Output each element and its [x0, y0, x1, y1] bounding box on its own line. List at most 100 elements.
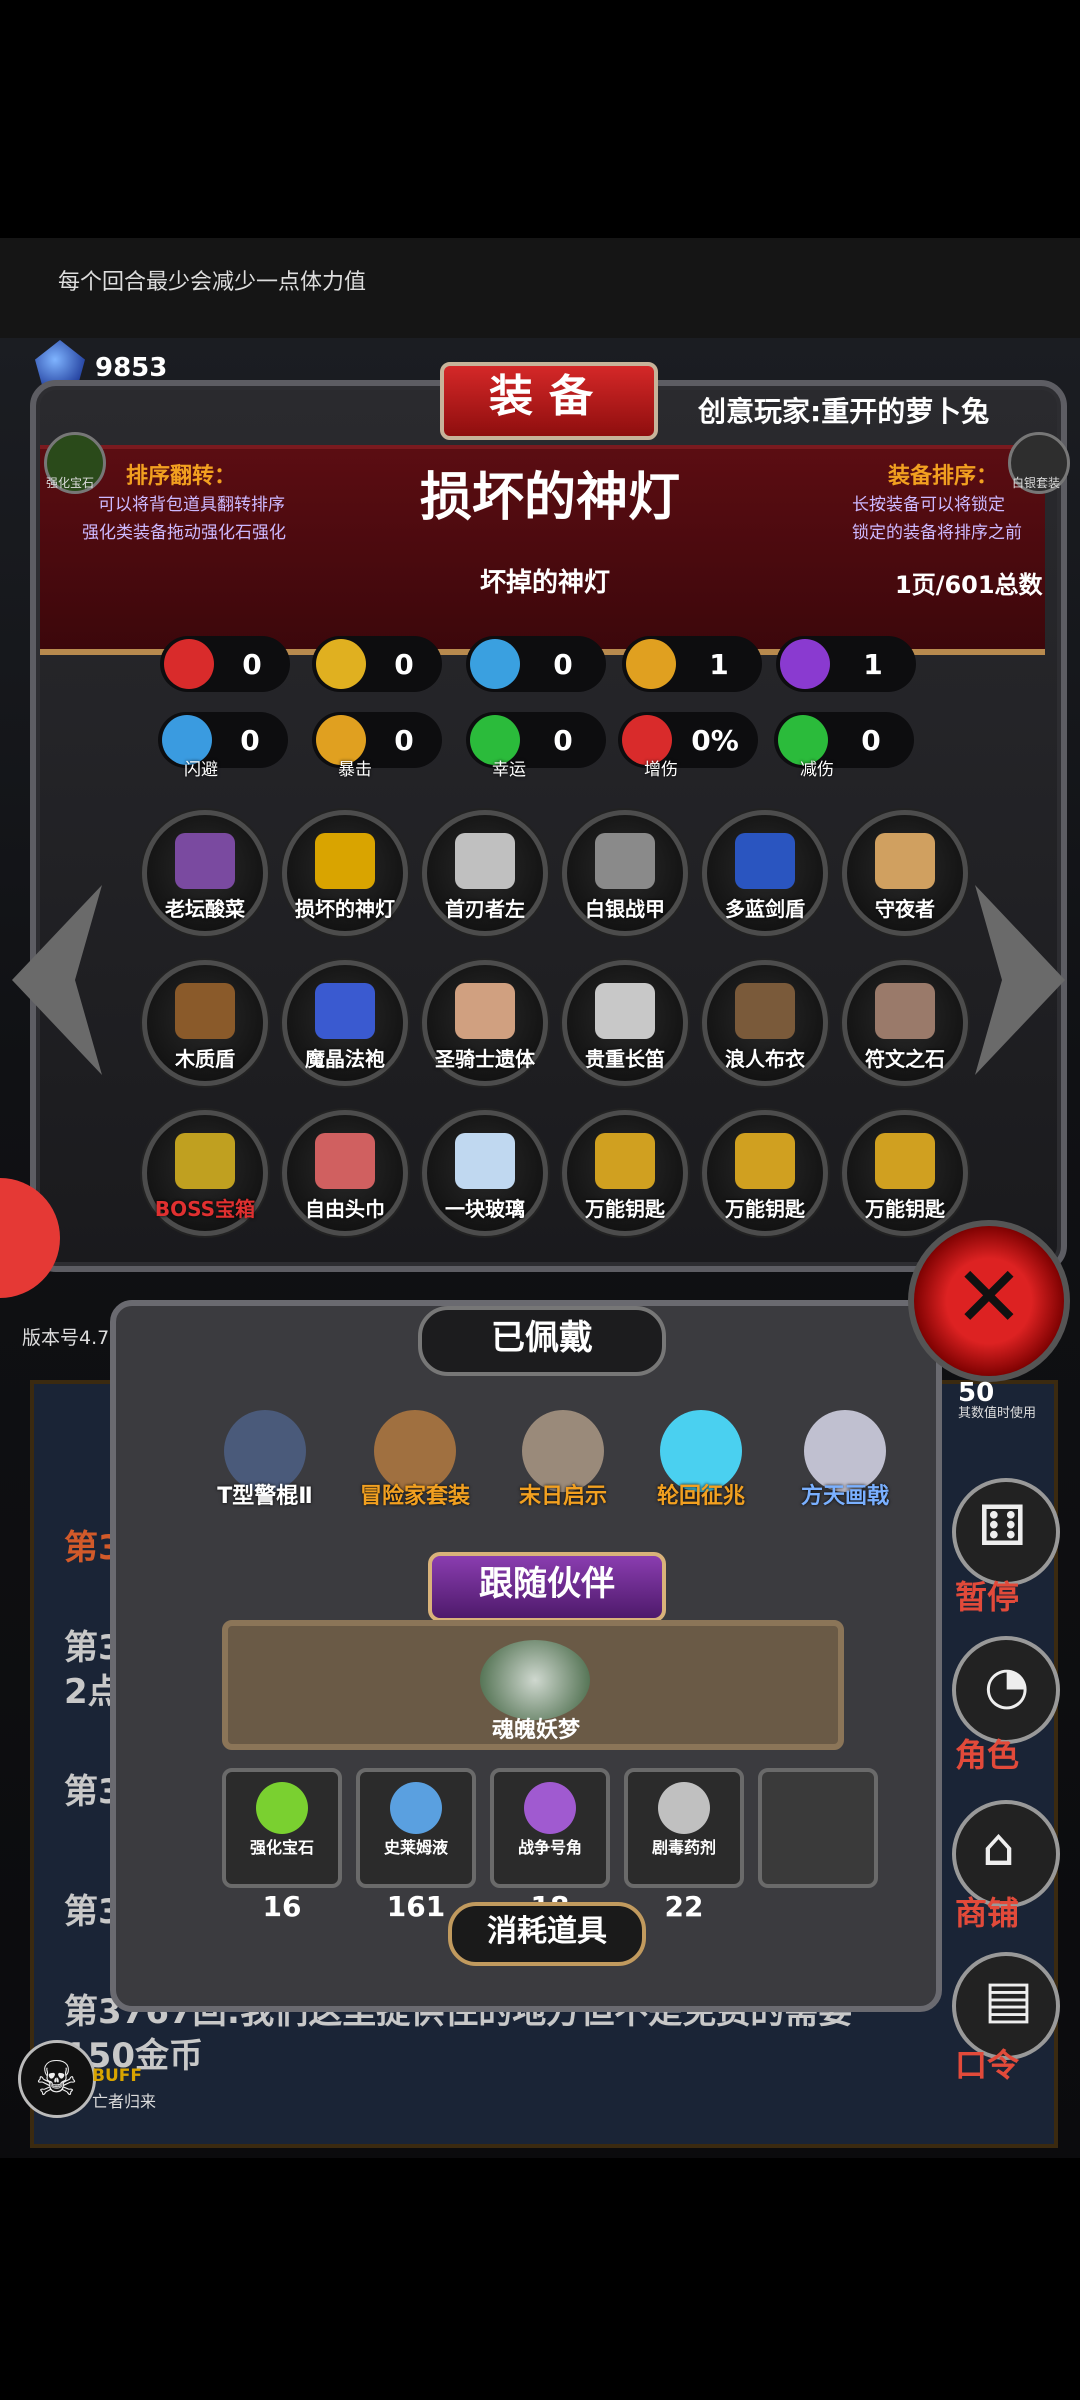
- helmet-icon: [470, 639, 520, 689]
- stat-value: 0: [240, 723, 260, 757]
- item-image: [315, 983, 375, 1039]
- item-name: 损坏的神灯: [295, 897, 395, 921]
- inventory-item[interactable]: 首刃者左: [422, 810, 548, 936]
- enhance-gem-label: 强化宝石: [46, 476, 95, 490]
- slash-icon: 暴击: [316, 715, 372, 780]
- companion-portrait[interactable]: [480, 1640, 590, 1720]
- stat-defense: 0: [466, 636, 606, 692]
- inventory-item[interactable]: 万能钥匙: [842, 1110, 968, 1236]
- inventory-item[interactable]: 贵重长笛: [562, 960, 688, 1086]
- equipment-banner: 装备: [440, 362, 658, 440]
- item-image: [875, 833, 935, 889]
- stat-damage-down: 减伤 0: [774, 712, 914, 780]
- item-name: 万能钥匙: [585, 1197, 665, 1221]
- inventory-item[interactable]: 守夜者: [842, 810, 968, 936]
- item-name: 剧毒药剂: [651, 1838, 716, 1857]
- inventory-item[interactable]: 老坛酸菜: [142, 810, 268, 936]
- item-name: 强化宝石: [249, 1838, 314, 1857]
- inventory-item[interactable]: 万能钥匙: [702, 1110, 828, 1236]
- item-image: [175, 833, 235, 889]
- stat-label: 减伤: [800, 760, 834, 780]
- consumable-slot[interactable]: 剧毒药剂 22: [624, 1768, 744, 1923]
- item-image: [735, 833, 795, 889]
- item-name: 符文之石: [865, 1047, 945, 1071]
- wing-icon: 闪避: [162, 715, 218, 780]
- stat-label: 暴击: [338, 760, 372, 780]
- stat-damage-up: 增伤 0%: [618, 712, 758, 780]
- item-name: T型警棍Ⅱ: [217, 1484, 313, 1509]
- stat-value: 0%: [691, 723, 739, 757]
- equipped-item[interactable]: 轮回征兆: [646, 1400, 756, 1510]
- silver-set-label: 白银套装: [1012, 476, 1061, 490]
- inventory-item[interactable]: 损坏的神灯: [282, 810, 408, 936]
- pause-button[interactable]: ⚅: [952, 1478, 1060, 1586]
- item-image: [455, 1133, 515, 1189]
- item-image: [390, 1782, 442, 1834]
- stat-dodge: 闪避 0: [158, 712, 288, 780]
- consumable-slot[interactable]: 强化宝石 16: [222, 1768, 342, 1923]
- item-name: 圣骑士遗体: [435, 1047, 535, 1071]
- inventory-item[interactable]: 万能钥匙: [562, 1110, 688, 1236]
- item-name: 万能钥匙: [725, 1197, 805, 1221]
- inventory-item[interactable]: 符文之石: [842, 960, 968, 1086]
- version-label: 版本号4.73: [22, 1327, 122, 1349]
- close-button[interactable]: ✕: [908, 1220, 1070, 1382]
- inventory-item[interactable]: 木质盾: [142, 960, 268, 1086]
- inventory-item[interactable]: 白银战甲: [562, 810, 688, 936]
- inventory-item[interactable]: 魔晶法袍: [282, 960, 408, 1086]
- item-name: 守夜者: [875, 897, 935, 921]
- inventory-item[interactable]: 浪人布衣: [702, 960, 828, 1086]
- character-button[interactable]: ◔: [952, 1636, 1060, 1744]
- consumable-slot-empty[interactable]: [758, 1768, 878, 1888]
- item-image: [455, 833, 515, 889]
- inventory-item[interactable]: 圣骑士遗体: [422, 960, 548, 1086]
- companion-name: 魂魄妖梦: [492, 1718, 581, 1743]
- inventory-item[interactable]: 一块玻璃: [422, 1110, 548, 1236]
- item-image: [595, 983, 655, 1039]
- inventory-item[interactable]: BOSS宝箱: [142, 1110, 268, 1236]
- sword-icon: [626, 639, 676, 689]
- buff-skull-icon[interactable]: ☠: [18, 2040, 96, 2118]
- stat-label: 幸运: [492, 760, 526, 780]
- item-name: 一块玻璃: [445, 1197, 525, 1221]
- consumable-slot[interactable]: 战争号角18: [490, 1768, 610, 1923]
- buff-text: 亡者归来: [92, 2092, 157, 2111]
- hint-text: 每个回合最少会减少一点体力值: [58, 270, 367, 295]
- page-indicator: 1页/601总数: [895, 571, 1043, 599]
- item-image: [256, 1782, 308, 1834]
- item-name: 魔晶法袍: [305, 1047, 385, 1071]
- equipped-item[interactable]: 末日启示: [508, 1400, 618, 1510]
- item-image: [735, 983, 795, 1039]
- item-image: [875, 1133, 935, 1189]
- inventory-item[interactable]: 多蓝剑盾: [702, 810, 828, 936]
- item-name: 木质盾: [175, 1047, 235, 1071]
- inventory-item[interactable]: 自由头巾: [282, 1110, 408, 1236]
- scroll-icon: ▤: [984, 1970, 1034, 2030]
- item-name: 冒险家套装: [359, 1484, 470, 1509]
- sort-flip-title[interactable]: 排序翻转：: [126, 458, 236, 490]
- stat-value: 0: [394, 647, 414, 681]
- pause-label: 暂停: [955, 1578, 1020, 1616]
- item-name: 战争号角: [517, 1838, 582, 1857]
- item-name: 浪人布衣: [725, 1047, 805, 1071]
- stat-value: 0: [394, 723, 414, 757]
- stat-value: 1: [709, 647, 729, 681]
- item-name: 首刃者左: [445, 897, 525, 921]
- companion-title: 跟随伙伴: [428, 1552, 666, 1622]
- heart-icon: [164, 639, 214, 689]
- crossed-swords-icon: 增伤: [622, 715, 678, 780]
- stat-value: 0: [242, 647, 262, 681]
- equipped-item[interactable]: T型警棍Ⅱ: [210, 1400, 320, 1510]
- item-name: BOSS宝箱: [154, 1197, 256, 1221]
- sort-flip-desc: 可以将背包道具翻转排序: [98, 495, 285, 515]
- item-image: [315, 1133, 375, 1189]
- sort-flip-desc: 强化类装备拖动强化石强化: [82, 523, 286, 543]
- item-name: 多蓝剑盾: [725, 897, 805, 921]
- equipped-item[interactable]: 冒险家套装: [360, 1400, 470, 1510]
- score-subtext: 其数值时使用: [958, 1406, 1037, 1421]
- consumable-slot[interactable]: 史莱姆液 161: [356, 1768, 476, 1923]
- equipped-item[interactable]: 方天画戟: [790, 1400, 900, 1510]
- stat-value: 0: [861, 723, 881, 757]
- item-name: 贵重长笛: [585, 1047, 665, 1071]
- equip-sort-title[interactable]: 装备排序：: [888, 458, 998, 490]
